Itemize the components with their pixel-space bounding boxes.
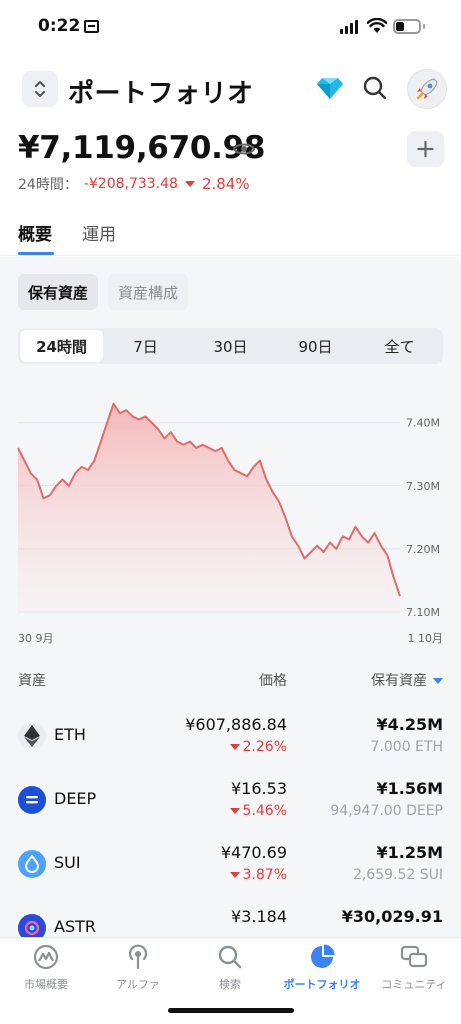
- change-value: -¥208,733.48: [83, 176, 178, 192]
- asset-holding: ¥1.56M: [376, 779, 443, 798]
- down-arrow-icon: [184, 181, 195, 187]
- sort-desc-icon: [433, 678, 443, 684]
- asset-change: 3.87%: [227, 867, 287, 883]
- eth-icon: [18, 722, 46, 750]
- asset-name: ETH: [54, 725, 86, 744]
- battery-tip: [423, 24, 425, 29]
- signal-icon: [340, 20, 360, 34]
- pill-allocation[interactable]: 資産構成: [108, 274, 189, 310]
- chevron-up-down-icon: [35, 81, 45, 97]
- asset-price: ¥607,886.84: [185, 715, 287, 734]
- range-24h[interactable]: 24時間: [20, 330, 103, 362]
- asset-name: SUI: [54, 853, 81, 872]
- y-tick-label: 7.30M: [406, 480, 440, 493]
- asset-change-value: 2.26%: [242, 739, 287, 755]
- col-price[interactable]: 価格: [259, 670, 287, 690]
- asset-qty: 2,659.52 SUI: [352, 867, 443, 883]
- asset-holding: ¥1.25M: [376, 843, 443, 862]
- range-30d[interactable]: 30日: [188, 330, 273, 362]
- nav-alpha[interactable]: アルファ: [92, 944, 184, 992]
- nav-label: ポートフォリオ: [283, 978, 361, 991]
- down-arrow-icon: [229, 808, 240, 814]
- deep-icon: [18, 786, 46, 814]
- nav-market[interactable]: 市場概要: [0, 944, 92, 992]
- eye-icon[interactable]: [232, 140, 256, 158]
- total-balance: ¥7,119,670.98: [18, 130, 266, 166]
- range-7d[interactable]: 7日: [103, 330, 188, 362]
- alpha-icon: [128, 944, 148, 970]
- app-header: ポートフォリオ: [0, 66, 461, 114]
- search-icon[interactable]: [362, 75, 388, 101]
- asset-change: 2.26%: [227, 739, 287, 755]
- nav-portfolio[interactable]: ポートフォリオ: [276, 944, 368, 992]
- nav-label: 市場概要: [24, 978, 68, 991]
- asset-qty: 7.000 ETH: [370, 739, 443, 755]
- chart-area: [18, 403, 400, 612]
- nav-label: 検索: [219, 978, 241, 991]
- change-pct: 2.84%: [201, 175, 250, 193]
- col-holding[interactable]: 保有資産: [371, 670, 443, 690]
- pill-holdings[interactable]: 保有資産: [18, 274, 99, 310]
- asset-change: 5.46%: [227, 803, 287, 819]
- battery-icon: [393, 19, 421, 34]
- nav-label: アルファ: [116, 978, 160, 991]
- nav-community[interactable]: コミュニティ: [368, 944, 460, 992]
- list-item[interactable]: DEEP ¥16.53 5.46% ¥1.56M 94,947.00 DEEP: [0, 776, 461, 840]
- y-tick-label: 7.40M: [406, 417, 440, 430]
- tab-operation[interactable]: 運用: [82, 220, 116, 245]
- asset-change-value: 5.46%: [242, 803, 287, 819]
- nav-search[interactable]: 検索: [184, 944, 276, 992]
- avatar[interactable]: [407, 69, 447, 109]
- tab-overview[interactable]: 概要: [18, 220, 52, 245]
- portfolio-icon: [311, 944, 335, 968]
- asset-name: DEEP: [54, 789, 97, 808]
- down-arrow-icon: [229, 744, 240, 750]
- asset-name: ASTR: [54, 917, 96, 936]
- range-all[interactable]: 全て: [358, 330, 441, 362]
- list-item[interactable]: ETH ¥607,886.84 2.26% ¥4.25M 7.000 ETH: [0, 712, 461, 776]
- asset-price: ¥470.69: [220, 843, 287, 862]
- home-indicator: [168, 1008, 294, 1013]
- community-icon: [400, 945, 428, 968]
- col-asset[interactable]: 資産: [18, 670, 46, 690]
- x-tick-label: 1 10月: [408, 632, 444, 645]
- diamond-icon[interactable]: [316, 76, 344, 100]
- search-icon: [218, 945, 242, 969]
- status-bar: 0:22: [0, 0, 461, 56]
- portfolio-switch-button[interactable]: [22, 71, 58, 107]
- plus-icon: [417, 140, 434, 158]
- nav-label: コミュニティ: [381, 978, 447, 991]
- asset-price: ¥16.53: [231, 779, 287, 798]
- y-tick-label: 7.10M: [406, 606, 440, 619]
- down-arrow-icon: [229, 872, 240, 878]
- y-tick-label: 7.20M: [406, 543, 440, 556]
- asset-qty: 94,947.00 DEEP: [330, 803, 443, 819]
- change-24h: 24時間： -¥208,733.48 2.84%: [18, 174, 250, 194]
- page-title: ポートフォリオ: [68, 79, 254, 109]
- rocket-icon: [416, 78, 438, 100]
- sui-icon: [18, 850, 46, 878]
- portfolio-chart[interactable]: 7.40M 7.30M 7.20M 7.10M 30 9月 1 10月: [0, 380, 461, 650]
- change-label: 24時間：: [18, 177, 78, 193]
- add-button[interactable]: [407, 131, 444, 167]
- market-icon: [33, 944, 59, 970]
- col-holding-label: 保有資産: [371, 673, 427, 689]
- status-time: 0:22: [38, 16, 81, 36]
- x-tick-label: 30 9月: [18, 632, 54, 645]
- app-window-icon: [84, 20, 99, 33]
- asset-change-value: 3.87%: [242, 867, 287, 883]
- range-90d[interactable]: 90日: [273, 330, 358, 362]
- asset-holding: ¥4.25M: [376, 715, 443, 734]
- asset-holding: ¥30,029.91: [341, 907, 443, 926]
- asset-price: ¥3.184: [231, 907, 287, 926]
- wifi-icon: [367, 18, 387, 33]
- tab-active-indicator: [18, 252, 54, 255]
- tab-bar: 概要 運用: [0, 218, 461, 256]
- time-range-selector: 24時間 7日 30日 90日 全て: [18, 328, 443, 364]
- list-item[interactable]: SUI ¥470.69 3.87% ¥1.25M 2,659.52 SUI: [0, 840, 461, 904]
